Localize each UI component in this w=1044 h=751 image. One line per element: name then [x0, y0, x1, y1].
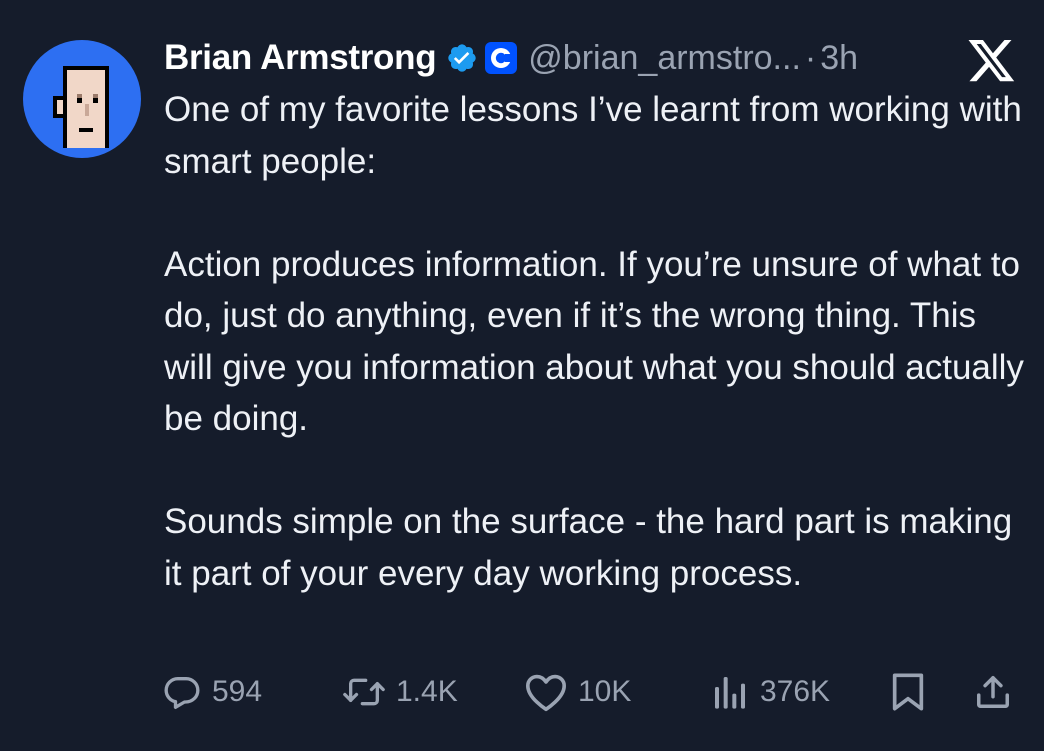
- x-logo-icon: [968, 40, 1016, 89]
- tweet-paragraph-2: Action produces information. If you’re u…: [164, 244, 1024, 439]
- timestamp[interactable]: 3h: [820, 39, 858, 78]
- like-button[interactable]: 10K: [524, 666, 631, 718]
- bookmark-icon: [892, 673, 924, 711]
- tweet-text: One of my favorite lessons I’ve learnt f…: [164, 84, 1034, 599]
- reply-button[interactable]: 594: [162, 666, 262, 718]
- tweet-paragraph-3: Sounds simple on the surface - the hard …: [164, 502, 1013, 593]
- coinbase-icon[interactable]: [484, 41, 518, 75]
- like-count: 10K: [578, 675, 632, 708]
- reply-count: 594: [212, 675, 263, 708]
- tweet-header: Brian Armstrong @brian_armstro... · 3h: [164, 34, 858, 82]
- share-icon: [977, 676, 1009, 708]
- author-handle[interactable]: @brian_armstro...: [528, 39, 801, 78]
- views-button[interactable]: 376K: [710, 666, 830, 718]
- separator-dot: ·: [804, 38, 817, 77]
- avatar[interactable]: [23, 40, 141, 158]
- views-count: 376K: [760, 675, 831, 708]
- repost-icon: [343, 678, 385, 706]
- repost-button[interactable]: 1.4K: [342, 666, 458, 718]
- reply-icon: [164, 677, 200, 709]
- bookmark-button[interactable]: [890, 666, 926, 718]
- views-icon: [715, 677, 745, 709]
- tweet-actions: 594 1.4K 10K 376K: [162, 666, 1022, 718]
- share-button[interactable]: [974, 666, 1012, 718]
- verified-badge-icon: [446, 42, 478, 74]
- heart-icon: [525, 674, 566, 712]
- repost-count: 1.4K: [396, 675, 458, 708]
- author-name[interactable]: Brian Armstrong: [164, 38, 437, 78]
- pixel-face-icon: [53, 66, 109, 148]
- tweet-paragraph-1: One of my favorite lessons I’ve learnt f…: [164, 90, 1022, 181]
- tweet-card: Brian Armstrong @brian_armstro... · 3h O…: [0, 0, 1044, 751]
